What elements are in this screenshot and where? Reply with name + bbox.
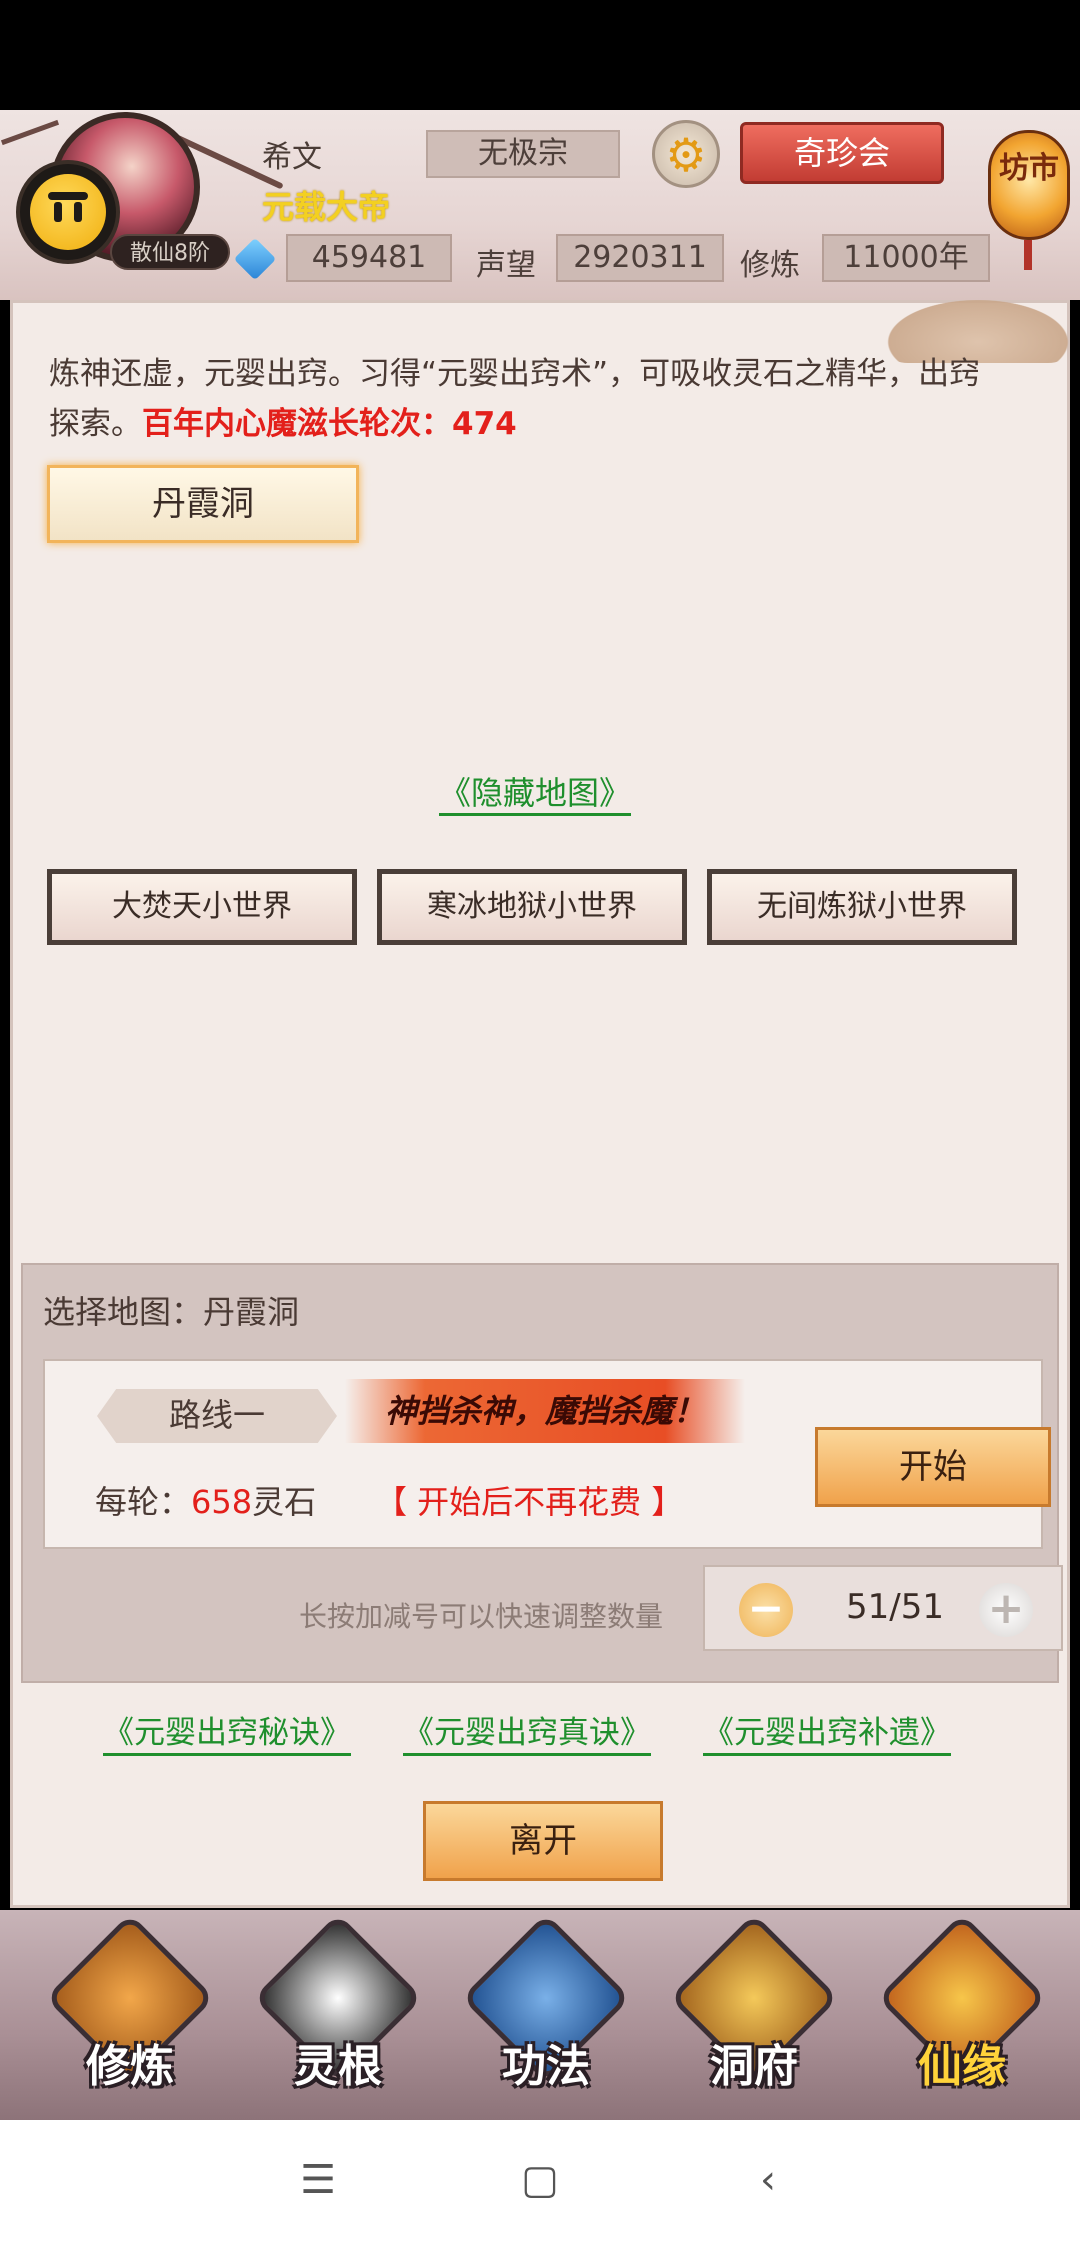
spirit-stone-icon	[233, 237, 277, 281]
skill-link-secret[interactable]: 《元婴出窍秘诀》	[103, 1713, 351, 1756]
reputation-label: 声望	[476, 248, 536, 283]
route-name: 路线一	[97, 1389, 337, 1443]
nav-cave[interactable]: 洞府	[669, 1913, 839, 2108]
map-selection-panel: 选择地图：丹霞洞 路线一 神挡杀神，魔挡杀魔！ 每轮：658灵石 【 开始后不再…	[21, 1263, 1063, 1683]
selected-map-title: 选择地图：丹霞洞	[43, 1293, 300, 1331]
player-name: 希文	[262, 140, 322, 175]
route-slogan: 神挡杀神，魔挡杀魔！	[345, 1379, 745, 1443]
lantern-tassel	[1024, 240, 1032, 270]
bee-eye	[74, 202, 82, 222]
quantity-stepper: − 51/51 +	[703, 1565, 1063, 1651]
menu-icon[interactable]: ☰	[288, 2150, 348, 2210]
plus-icon[interactable]: +	[979, 1583, 1033, 1637]
minus-icon[interactable]: −	[739, 1583, 793, 1637]
nav-fortune[interactable]: 仙缘	[877, 1913, 1047, 2108]
cost-prefix: 每轮：	[95, 1483, 192, 1521]
sect-name: 无极宗	[426, 130, 620, 178]
world-button-dafen[interactable]: 大焚天小世界	[47, 869, 357, 945]
leave-button[interactable]: 离开	[423, 1801, 663, 1881]
player-header: 散仙8阶 希文 元载大帝 无极宗 ⚙ 奇珍会 坊市 459481 声望 2920…	[0, 110, 1080, 300]
world-button-wujian[interactable]: 无间炼狱小世界	[707, 869, 1017, 945]
treasure-auction-button[interactable]: 奇珍会	[740, 122, 944, 184]
back-icon[interactable]: ‹	[738, 2150, 798, 2210]
main-panel: 炼神还虚，元婴出窍。习得“元婴出窍术”，可吸收灵石之精华，出窍探索。百年内心魔滋…	[10, 293, 1080, 1908]
market-label: 坊市	[988, 130, 1070, 240]
route-card: 路线一 神挡杀神，魔挡杀魔！ 每轮：658灵石 【 开始后不再花费 】 开始	[43, 1359, 1051, 1549]
gear-icon[interactable]: ⚙	[652, 120, 720, 188]
bee-stripe	[48, 192, 88, 200]
nav-label: 洞府	[710, 2041, 798, 2092]
world-button-hanbing[interactable]: 寒冰地狱小世界	[377, 869, 687, 945]
cultivation-value: 11000年	[822, 234, 990, 282]
nav-label: 灵根	[294, 2041, 382, 2092]
hidden-map-link[interactable]: 《隐藏地图》	[439, 773, 632, 816]
spirit-stone-count: 459481	[286, 234, 452, 282]
status-bar	[0, 0, 1080, 110]
rank-badge: 散仙8阶	[110, 234, 230, 270]
nav-technique[interactable]: 功法	[461, 1913, 631, 2108]
cost-unit: 灵石	[252, 1483, 317, 1521]
cost-value: 658	[191, 1483, 253, 1521]
start-button[interactable]: 开始	[815, 1427, 1051, 1507]
nav-spirit-root[interactable]: 灵根	[253, 1913, 423, 2108]
bee-icon	[30, 174, 106, 250]
quantity-value: 51/51	[846, 1587, 944, 1627]
skill-link-true[interactable]: 《元婴出窍真诀》	[403, 1713, 651, 1756]
reputation-value: 2920311	[556, 234, 724, 282]
market-lantern-button[interactable]: 坊市	[988, 110, 1070, 270]
bee-eye	[54, 202, 62, 222]
cultivation-label: 修炼	[740, 248, 800, 283]
skill-link-supplement[interactable]: 《元婴出窍补遗》	[703, 1713, 951, 1756]
home-square-icon[interactable]: ▢	[510, 2150, 570, 2210]
demon-rounds-text: 百年内心魔滋长轮次：474	[142, 406, 517, 442]
description: 炼神还虚，元婴出窍。习得“元婴出窍术”，可吸收灵石之精华，出窍探索。百年内心魔滋…	[49, 349, 989, 449]
bottom-nav: 修炼 灵根 功法 洞府 仙缘	[0, 1910, 1080, 2120]
cost-note: 【 开始后不再花费 】	[375, 1483, 684, 1521]
system-nav-bar: ☰ ▢ ‹	[0, 2120, 1080, 2248]
floating-assistant-button[interactable]	[16, 160, 120, 264]
map-button-danxia[interactable]: 丹霞洞	[47, 465, 359, 543]
nav-label: 功法	[502, 2041, 590, 2092]
nav-label: 修炼	[86, 2041, 174, 2092]
stepper-hint: 长按加减号可以快速调整数量	[299, 1600, 664, 1633]
nav-label: 仙缘	[918, 2041, 1006, 2092]
nav-cultivate[interactable]: 修炼	[45, 1913, 215, 2108]
route-cost: 每轮：658灵石	[95, 1477, 316, 1523]
player-title: 元载大帝	[262, 188, 391, 226]
